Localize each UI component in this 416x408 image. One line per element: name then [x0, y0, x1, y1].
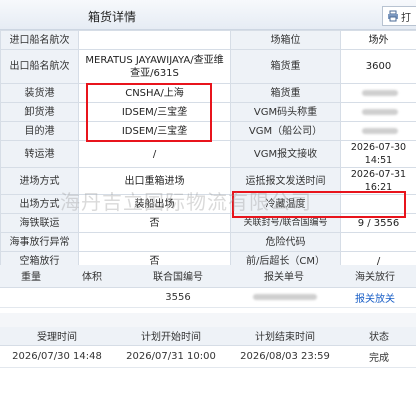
detail-value-redacted: [340, 83, 416, 103]
customs-release-label[interactable]: 报关放关: [355, 294, 395, 305]
detail-value: /: [78, 140, 231, 168]
cell-volume: [62, 287, 122, 308]
highlight-box-un-number: [232, 191, 406, 218]
cell-plan-start: 2026/07/31 10:00: [114, 345, 228, 368]
table-row[interactable]: 3556 报关放关: [0, 287, 416, 308]
detail-row: 海事放行异常 危险代码: [0, 232, 416, 252]
container-table: 重量 体积 联合国编号 报关单号 海关放行 3556 报关放关: [0, 265, 416, 308]
detail-key: 海铁联运: [0, 213, 79, 233]
customs-release-link[interactable]: 报关放关: [334, 287, 416, 308]
column-header: 重量: [0, 265, 62, 288]
detail-value: [78, 232, 231, 252]
redacted-value: [253, 293, 317, 300]
redacted-value: [361, 108, 398, 115]
detail-value-redacted: [340, 102, 416, 122]
cell-declaration-redacted: [234, 287, 334, 308]
detail-key: VGM码头称重: [230, 102, 341, 122]
detail-value: MERATUS JAYAWIJAYA/查亚维查亚/631S: [78, 49, 231, 84]
detail-key: 海事放行异常: [0, 232, 79, 252]
cell-un-number: 3556: [122, 287, 234, 308]
detail-value: [78, 30, 231, 50]
detail-value: 场外: [340, 30, 416, 50]
detail-value-redacted: [340, 121, 416, 141]
detail-value: 否: [78, 213, 231, 233]
title-bar: 箱货详情 打: [0, 0, 416, 30]
column-header: 体积: [62, 265, 122, 288]
redacted-value: [361, 127, 398, 134]
detail-key: 箱货重: [230, 83, 341, 103]
cell-plan-end: 2026/08/03 23:59: [228, 345, 342, 368]
detail-value: [340, 232, 416, 252]
highlight-box-ports: [86, 83, 212, 142]
section-divider: [0, 313, 416, 327]
print-button[interactable]: 打: [382, 6, 416, 26]
cell-accept-time: 2026/07/30 14:48: [0, 345, 114, 368]
detail-key: VGM（船公司）: [230, 121, 341, 141]
detail-table: 进口船名航次 场箱位 场外 出口船名航次 MERATUS JAYAWIJAYA/…: [0, 30, 416, 271]
detail-key: 进场方式: [0, 167, 79, 195]
detail-value: 2026-07-30 14:51: [340, 140, 416, 168]
column-header: 计划开始时间: [114, 327, 228, 346]
detail-key: 转运港: [0, 140, 79, 168]
redacted-value: [361, 89, 398, 96]
detail-key: 目的港: [0, 121, 79, 141]
detail-key: 危险代码: [230, 232, 341, 252]
print-label: 打: [401, 12, 411, 24]
printer-icon: [388, 10, 398, 22]
column-header: 联合国编号: [122, 265, 234, 288]
cell-weight: [0, 287, 62, 308]
detail-row: 进口船名航次 场箱位 场外: [0, 30, 416, 50]
detail-key: 箱货重: [230, 49, 341, 84]
detail-value: 出口重箱进场: [78, 167, 231, 195]
detail-value: 3600: [340, 49, 416, 84]
detail-key: 装货港: [0, 83, 79, 103]
column-header: 海关放行: [334, 265, 416, 288]
detail-row: 出口船名航次 MERATUS JAYAWIJAYA/查亚维查亚/631S 箱货重…: [0, 49, 416, 84]
column-header: 报关单号: [234, 265, 334, 288]
detail-key: 进口船名航次: [0, 30, 79, 50]
cell-status: 完成: [342, 345, 416, 368]
detail-key: 场箱位: [230, 30, 341, 50]
task-header-row: 受理时间 计划开始时间 计划结束时间 状态: [0, 327, 416, 346]
detail-key: 出场方式: [0, 194, 79, 214]
detail-key: 出口船名航次: [0, 49, 79, 84]
column-header: 状态: [342, 327, 416, 346]
detail-row: 转运港 / VGM报文接收 2026-07-30 14:51: [0, 140, 416, 168]
column-header: 计划结束时间: [228, 327, 342, 346]
table-row[interactable]: 2026/07/30 14:48 2026/07/31 10:00 2026/0…: [0, 345, 416, 368]
page-title: 箱货详情: [88, 10, 137, 24]
column-header: 受理时间: [0, 327, 114, 346]
detail-key: 卸货港: [0, 102, 79, 122]
detail-value: 装船出场: [78, 194, 231, 214]
task-table: 受理时间 计划开始时间 计划结束时间 状态 2026/07/30 14:48 2…: [0, 327, 416, 368]
detail-key: VGM报文接收: [230, 140, 341, 168]
container-header-row: 重量 体积 联合国编号 报关单号 海关放行: [0, 265, 416, 288]
